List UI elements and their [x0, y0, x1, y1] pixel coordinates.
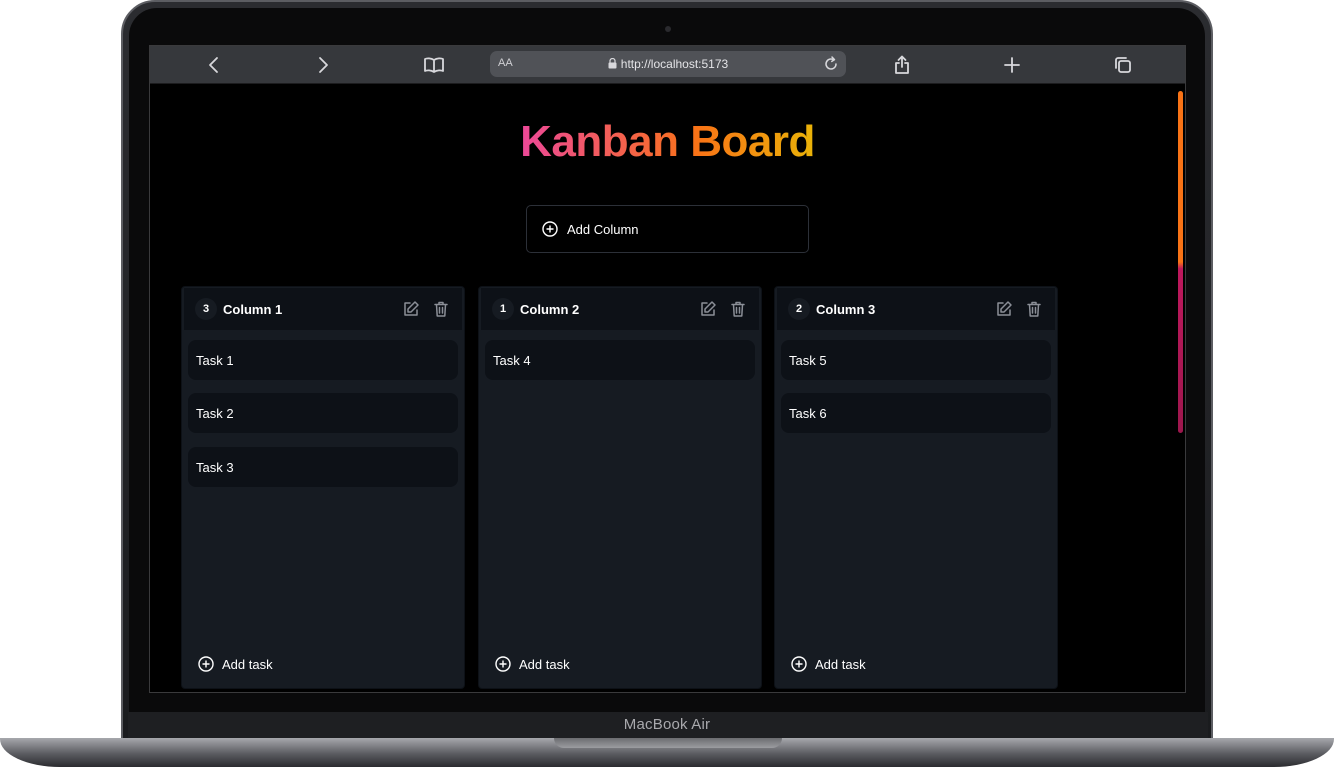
chevron-left-icon	[209, 57, 218, 73]
edit-icon[interactable]	[402, 300, 420, 318]
plus-circle-icon	[198, 656, 214, 672]
book-icon	[424, 57, 444, 73]
plus-circle-icon	[542, 221, 558, 237]
plus-icon	[1004, 57, 1020, 73]
add-task-label: Add task	[815, 656, 866, 672]
add-task-label: Add task	[519, 656, 570, 672]
column-title[interactable]: Column 3	[816, 302, 875, 317]
share-icon	[895, 55, 909, 74]
reading-list-button[interactable]	[422, 53, 446, 77]
page-title-text: Kanban Board	[520, 117, 815, 166]
column-title[interactable]: Column 1	[223, 302, 282, 317]
add-task-button[interactable]: Add task	[495, 656, 570, 672]
reload-icon[interactable]	[822, 55, 840, 73]
new-tab-button[interactable]	[1000, 53, 1024, 77]
task-card[interactable]: Task 2	[188, 393, 458, 433]
plus-circle-icon	[495, 656, 511, 672]
address-bar[interactable]: AA http://localhost:5173	[490, 51, 846, 77]
add-task-button[interactable]: Add task	[198, 656, 273, 672]
laptop-notch	[554, 738, 782, 748]
camera-icon	[665, 26, 671, 32]
column-title[interactable]: Column 2	[520, 302, 579, 317]
url-display: http://localhost:5173	[490, 57, 846, 71]
add-task-button[interactable]: Add task	[791, 656, 866, 672]
column-2[interactable]: 1 Column 2 Task 4 Add task	[478, 286, 762, 689]
column-header[interactable]: 2 Column 3	[777, 288, 1055, 330]
back-button[interactable]	[202, 53, 226, 77]
task-count-badge: 2	[788, 298, 810, 320]
column-3[interactable]: 2 Column 3 Task 5 Task 6 Add task	[774, 286, 1058, 689]
share-button[interactable]	[890, 53, 914, 77]
task-count-badge: 1	[492, 298, 514, 320]
chevron-right-icon	[319, 57, 328, 73]
add-task-label: Add task	[222, 656, 273, 672]
column-header[interactable]: 1 Column 2	[481, 288, 759, 330]
tab-overview-button[interactable]	[1111, 53, 1135, 77]
plus-circle-icon	[791, 656, 807, 672]
tabs-icon	[1115, 57, 1131, 73]
column-actions	[995, 300, 1043, 318]
task-count-badge: 3	[195, 298, 217, 320]
task-card[interactable]: Task 4	[485, 340, 755, 380]
column-1[interactable]: 3 Column 1 Task 1 Task 2 Task 3 Add task	[181, 286, 465, 689]
browser-toolbar: AA http://localhost:5173	[150, 46, 1185, 84]
task-card[interactable]: Task 3	[188, 447, 458, 487]
device-brand-label: MacBook Air	[623, 716, 711, 733]
column-actions	[402, 300, 450, 318]
page-title: Kanban Board	[150, 117, 1185, 167]
kanban-page: Kanban Board Add Column 3 Column 1 Task …	[150, 85, 1185, 692]
add-column-label: Add Column	[567, 221, 639, 237]
add-column-button[interactable]: Add Column	[526, 205, 809, 253]
url-text: http://localhost:5173	[620, 57, 729, 71]
screen: AA http://localhost:5173 Kanban Board Ad…	[149, 45, 1186, 693]
task-card[interactable]: Task 5	[781, 340, 1051, 380]
lock-icon	[608, 58, 617, 69]
page-scrollbar[interactable]	[1178, 91, 1183, 433]
task-card[interactable]: Task 1	[188, 340, 458, 380]
task-card[interactable]: Task 6	[781, 393, 1051, 433]
edit-icon[interactable]	[699, 300, 717, 318]
trash-icon[interactable]	[432, 300, 450, 318]
trash-icon[interactable]	[729, 300, 747, 318]
column-actions	[699, 300, 747, 318]
trash-icon[interactable]	[1025, 300, 1043, 318]
forward-button[interactable]	[311, 53, 335, 77]
column-header[interactable]: 3 Column 1	[184, 288, 462, 330]
edit-icon[interactable]	[995, 300, 1013, 318]
